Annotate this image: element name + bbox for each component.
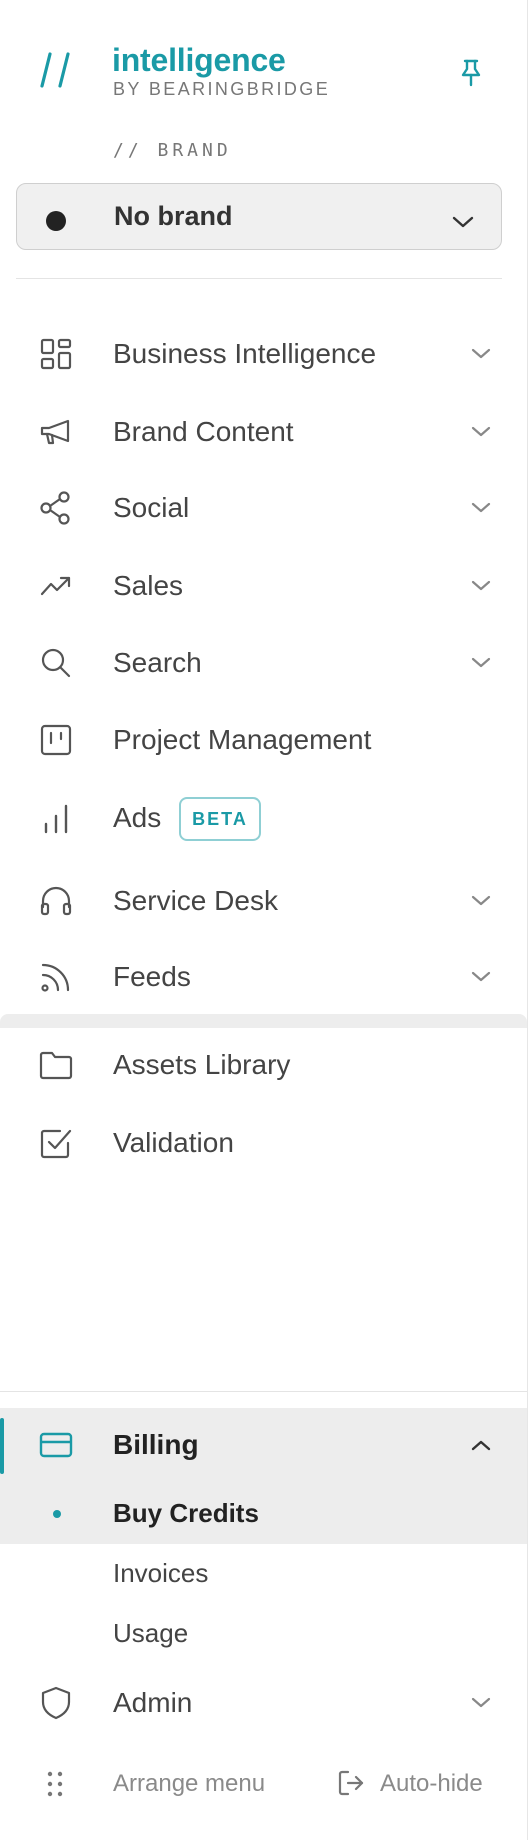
submenu-item-buy-credits[interactable]: Buy Credits — [113, 1498, 259, 1529]
nav-label: Admin — [113, 1687, 193, 1718]
nav-item-business-intelligence[interactable]: Business Intelligence — [0, 318, 527, 388]
chevron-down-icon — [470, 970, 492, 984]
nav-label: Search — [113, 647, 202, 678]
bar-chart-icon — [38, 800, 74, 836]
drag-handle-icon[interactable] — [44, 1769, 66, 1799]
nav-label: Business Intelligence — [113, 338, 377, 369]
brand-select[interactable]: No brand — [16, 183, 502, 250]
search-icon — [38, 645, 74, 681]
submenu-item-usage[interactable]: Usage — [113, 1618, 188, 1649]
nav-item-validation[interactable]: Validation — [0, 1107, 527, 1177]
nav-label: Ads — [113, 802, 162, 833]
arrange-menu-button[interactable]: Arrange menu — [113, 1770, 265, 1798]
nav-item-social[interactable]: Social — [0, 472, 527, 542]
brand-color-dot — [46, 211, 66, 231]
auto-hide-button[interactable]: Auto-hide — [380, 1770, 483, 1798]
chevron-down-icon — [470, 425, 492, 439]
nav-label: Service Desk — [113, 885, 278, 916]
nav-item-project-management[interactable]: Project Management — [0, 704, 527, 774]
board-icon — [38, 722, 74, 758]
nav-label: Validation — [113, 1127, 234, 1158]
brand-section-label: // BRAND — [113, 140, 232, 161]
pin-icon[interactable] — [458, 58, 484, 88]
shield-icon — [38, 1685, 74, 1721]
active-dot — [53, 1510, 61, 1518]
nav-label: Billing — [113, 1429, 199, 1460]
nav-item-search[interactable]: Search — [0, 627, 527, 697]
share-icon — [38, 490, 74, 526]
exit-icon[interactable] — [337, 1768, 365, 1798]
nav-label: Sales — [113, 570, 184, 601]
checkbox-icon — [38, 1125, 74, 1161]
divider — [16, 278, 502, 279]
sidebar: intelligence BY BEARINGBRIDGE // BRAND N… — [0, 0, 528, 1840]
chevron-down-icon — [470, 1696, 492, 1710]
logo-mark — [38, 46, 78, 94]
nav-item-assets-library[interactable]: Assets Library — [0, 1029, 527, 1099]
brand-select-value: No brand — [114, 201, 233, 231]
app-title: intelligence — [112, 42, 286, 78]
chevron-down-icon — [470, 347, 492, 361]
chevron-down-icon — [470, 501, 492, 515]
nav-item-feeds[interactable]: Feeds — [0, 941, 527, 1011]
beta-badge: BETA — [179, 797, 261, 841]
nav-label: Project Management — [113, 724, 372, 755]
nav-item-brand-content[interactable]: Brand Content — [0, 396, 527, 466]
scroll-edge-shadow — [0, 1014, 527, 1028]
nav-item-sales[interactable]: Sales — [0, 550, 527, 620]
submenu-item-invoices[interactable]: Invoices — [113, 1558, 208, 1589]
grid-icon — [38, 336, 74, 372]
folder-icon — [38, 1047, 74, 1083]
chevron-down-icon — [470, 656, 492, 670]
nav-item-service-desk[interactable]: Service Desk — [0, 865, 527, 935]
nav-label: Assets Library — [113, 1049, 291, 1080]
headphones-icon — [38, 883, 74, 919]
nav-label: Social — [113, 492, 190, 523]
nav-item-ads[interactable]: Ads — [0, 784, 527, 854]
buy-credits-active-background — [0, 1484, 527, 1544]
nav-label: Brand Content — [113, 416, 294, 447]
chevron-down-icon — [451, 214, 475, 230]
trend-up-icon — [38, 568, 74, 604]
megaphone-icon — [38, 414, 74, 450]
credit-card-icon — [38, 1427, 74, 1463]
divider — [0, 1391, 527, 1392]
app-subtitle: BY BEARINGBRIDGE — [113, 79, 331, 99]
chevron-down-icon — [470, 894, 492, 908]
nav-label: Feeds — [113, 961, 191, 992]
chevron-up-icon — [470, 1438, 492, 1452]
nav-item-billing[interactable]: Billing — [0, 1410, 527, 1480]
nav-item-admin[interactable]: Admin — [0, 1667, 527, 1737]
chevron-down-icon — [470, 579, 492, 593]
rss-icon — [38, 959, 74, 995]
